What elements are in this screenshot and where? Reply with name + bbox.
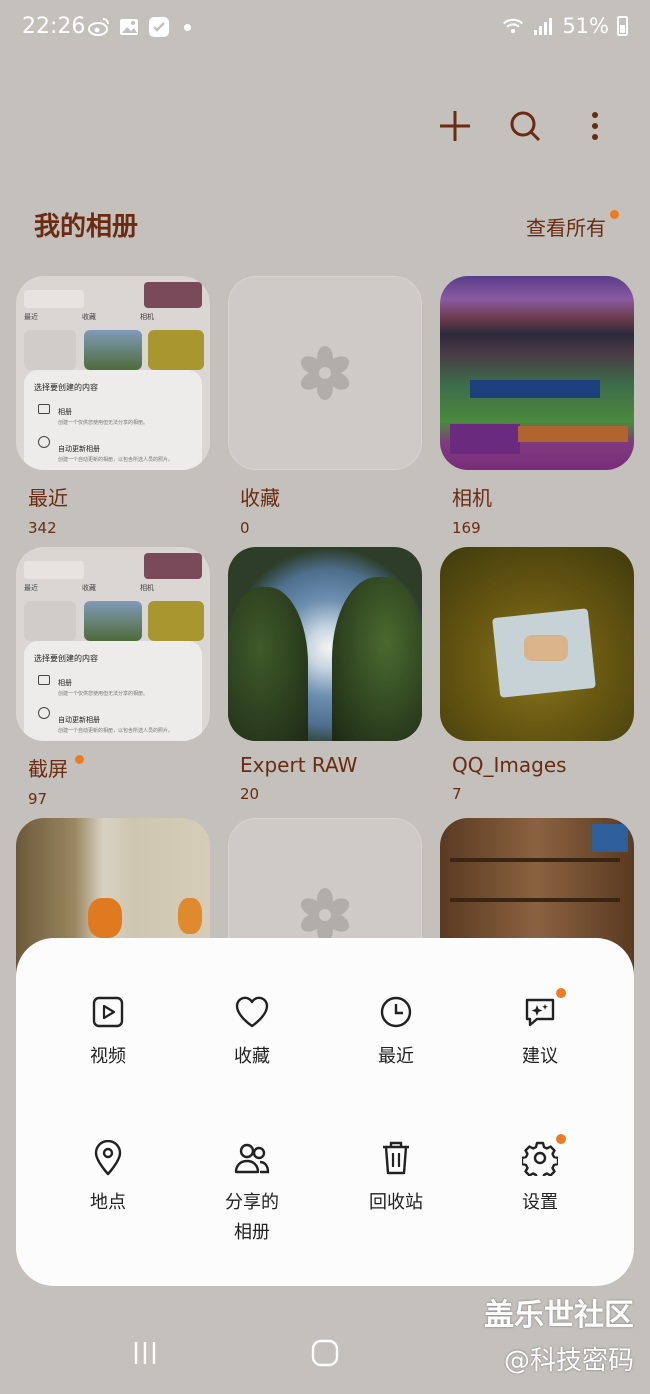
thumb-tabs: 最近 收藏 相机 <box>24 553 202 593</box>
album-thumbnail <box>228 547 422 741</box>
status-right: 51% <box>502 14 628 38</box>
view-all-label: 查看所有 <box>526 216 606 240</box>
menu-label: 回收站 <box>369 1192 423 1213</box>
location-icon <box>88 1138 128 1178</box>
trash-icon <box>376 1138 416 1178</box>
menu-favorites[interactable]: 收藏 <box>192 992 312 1072</box>
battery-icon <box>617 16 628 36</box>
album-screenshots[interactable]: 最近 收藏 相机 选择要创建的内容 相册 创建一个仅供您使用但无法分享的相册。 自动… <box>16 547 210 808</box>
menu-suggestions[interactable]: 建议 <box>480 988 600 1072</box>
menu-label: 地点 <box>90 1192 126 1213</box>
album-thumbnail <box>228 276 422 470</box>
album-name: QQ_Images <box>452 753 567 777</box>
menu-label: 分享的相册 <box>225 1192 279 1243</box>
view-all-link[interactable]: 查看所有 <box>526 210 619 241</box>
add-icon[interactable] <box>438 106 472 146</box>
menu-label: 设置 <box>522 1192 558 1213</box>
album-count: 0 <box>240 519 250 537</box>
heart-icon <box>232 992 272 1032</box>
new-badge <box>556 1134 566 1144</box>
navigation-bar <box>0 1314 650 1394</box>
menu-shared-albums[interactable]: 分享的相册 <box>192 1138 312 1248</box>
menu-panel: 视频 收藏 最近 建议 地点 分享的相册 回收站 设置 <box>16 938 634 1286</box>
menu-recent[interactable]: 最近 <box>336 992 456 1072</box>
page-title: 我的相册 <box>34 212 139 242</box>
album-count: 169 <box>452 519 481 537</box>
thumb-tabs: 最近 收藏 相机 <box>24 282 202 322</box>
album-camera[interactable]: 相机 169 <box>440 276 634 537</box>
album-count: 7 <box>452 785 462 803</box>
menu-label: 建议 <box>522 1046 558 1067</box>
album-thumbnail: 最近 收藏 相机 选择要创建的内容 相册 创建一个仅供您使用但无法分享的相册。 自动… <box>16 276 210 470</box>
menu-trash[interactable]: 回收站 <box>336 1138 456 1218</box>
more-notifications-dot <box>184 23 191 31</box>
menu-label: 收藏 <box>234 1046 270 1067</box>
album-name: 相机 <box>452 486 492 510</box>
gallery-icon <box>118 16 140 38</box>
status-bar: 22:26 51% <box>0 0 650 58</box>
new-badge <box>610 210 619 219</box>
home-icon[interactable] <box>308 1336 342 1370</box>
album-qq-images[interactable]: QQ_Images 7 <box>440 547 634 803</box>
flower-placeholder-icon <box>300 346 350 400</box>
check-icon <box>148 16 170 38</box>
signal-icon <box>532 15 554 37</box>
new-badge <box>75 755 84 764</box>
create-dialog-preview: 选择要创建的内容 相册 创建一个仅供您使用但无法分享的相册。 自动更新相册 创建… <box>24 641 202 741</box>
menu-label: 视频 <box>90 1046 126 1067</box>
notification-icons <box>88 16 191 38</box>
album-name: 截屏 <box>28 753 84 782</box>
menu-locations[interactable]: 地点 <box>48 1138 168 1218</box>
album-name: 收藏 <box>240 486 280 510</box>
album-name: Expert RAW <box>240 753 358 777</box>
toolbar <box>438 106 612 146</box>
people-icon <box>232 1138 272 1178</box>
create-dialog-preview: 选择要创建的内容 相册 创建一个仅供您使用但无法分享的相册。 自动更新相册 创建… <box>24 370 202 470</box>
album-favorites[interactable]: 收藏 0 <box>228 276 422 537</box>
more-vertical-icon[interactable] <box>578 106 612 146</box>
menu-label: 最近 <box>378 1046 414 1067</box>
suggestion-icon <box>520 988 566 1032</box>
new-badge <box>556 988 566 998</box>
album-thumbnail <box>440 276 634 470</box>
video-icon <box>88 992 128 1032</box>
album-thumbnail <box>440 547 634 741</box>
menu-video[interactable]: 视频 <box>48 992 168 1072</box>
album-count: 97 <box>28 790 48 808</box>
weibo-icon <box>88 16 110 38</box>
album-count: 20 <box>240 785 260 803</box>
wifi-icon <box>502 15 524 37</box>
album-thumbnail: 最近 收藏 相机 选择要创建的内容 相册 创建一个仅供您使用但无法分享的相册。 自动… <box>16 547 210 741</box>
gear-icon <box>520 1134 566 1178</box>
recent-apps-icon[interactable] <box>128 1336 162 1370</box>
battery-percent: 51% <box>562 14 609 38</box>
album-recent[interactable]: 最近 收藏 相机 选择要创建的内容 相册 创建一个仅供您使用但无法分享的相册。 自动… <box>16 276 210 537</box>
album-expert-raw[interactable]: Expert RAW 20 <box>228 547 422 803</box>
album-count: 342 <box>28 519 57 537</box>
clock-icon <box>376 992 416 1032</box>
status-time: 22:26 <box>22 14 86 39</box>
album-name: 最近 <box>28 486 68 510</box>
flower-placeholder-icon <box>300 888 350 942</box>
menu-settings[interactable]: 设置 <box>480 1134 600 1218</box>
search-icon[interactable] <box>508 106 542 146</box>
